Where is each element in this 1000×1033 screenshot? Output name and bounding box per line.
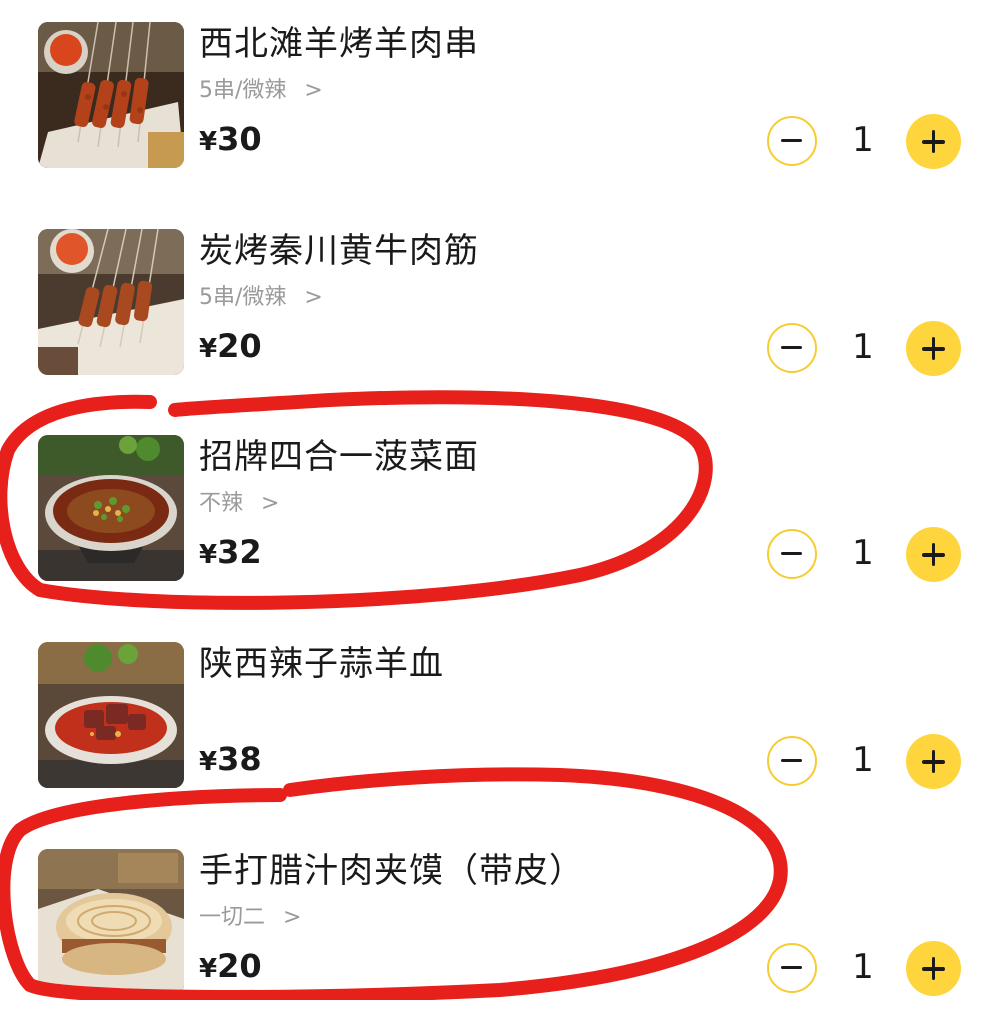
increase-quantity-button[interactable]	[906, 941, 961, 996]
chevron-right-icon: >	[283, 905, 302, 930]
decrease-quantity-button[interactable]	[767, 736, 817, 786]
dish-price: ¥32	[199, 533, 262, 571]
chevron-right-icon: >	[304, 285, 323, 310]
decrease-quantity-button[interactable]	[767, 323, 817, 373]
dish-spec-selector[interactable]: 5串/微辣 >	[199, 279, 323, 311]
dish-price: ¥30	[199, 120, 262, 158]
dish-spec-selector[interactable]: 不辣 >	[199, 485, 279, 517]
dish-photo-lamb-blood[interactable]	[38, 642, 184, 788]
dish-name: 招牌四合一菠菜面	[199, 437, 479, 477]
dish-price: ¥20	[199, 947, 262, 985]
decrease-quantity-button[interactable]	[767, 943, 817, 993]
dish-spec: 5串/微辣	[199, 285, 287, 310]
increase-quantity-button[interactable]	[906, 527, 961, 582]
list-item[interactable]: 炭烤秦川黄牛肉筋 5串/微辣 > ¥20 1	[0, 207, 1000, 413]
dish-name: 手打腊汁肉夹馍（带皮）	[199, 851, 584, 891]
quantity-value: 1	[852, 740, 874, 780]
chevron-right-icon: >	[261, 491, 280, 516]
dish-spec-selector[interactable]: 5串/微辣 >	[199, 72, 323, 104]
list-item[interactable]: 招牌四合一菠菜面 不辣 > ¥32 1	[0, 413, 1000, 619]
dish-spec: 不辣	[199, 491, 244, 516]
decrease-quantity-button[interactable]	[767, 529, 817, 579]
quantity-value: 1	[852, 533, 874, 573]
dish-price: ¥38	[199, 740, 262, 778]
increase-quantity-button[interactable]	[906, 321, 961, 376]
dish-photo-lamb-skewers[interactable]	[38, 22, 184, 168]
dish-photo-spinach-noodles[interactable]	[38, 435, 184, 581]
dish-spec: 5串/微辣	[199, 78, 287, 103]
increase-quantity-button[interactable]	[906, 114, 961, 169]
dish-name: 西北滩羊烤羊肉串	[199, 24, 479, 64]
dish-spec-selector[interactable]: 一切二 >	[199, 899, 301, 931]
list-item[interactable]: 手打腊汁肉夹馍（带皮） 一切二 > ¥20 1	[0, 827, 1000, 1033]
dish-spec: 一切二	[199, 905, 266, 930]
quantity-value: 1	[852, 327, 874, 367]
dish-photo-beef-tendon[interactable]	[38, 229, 184, 375]
dish-name: 陕西辣子蒜羊血	[199, 644, 444, 684]
quantity-value: 1	[852, 120, 874, 160]
chevron-right-icon: >	[304, 78, 323, 103]
decrease-quantity-button[interactable]	[767, 116, 817, 166]
quantity-value: 1	[852, 947, 874, 987]
dish-photo-roujiamo[interactable]	[38, 849, 184, 995]
dish-name: 炭烤秦川黄牛肉筋	[199, 231, 479, 271]
dish-price: ¥20	[199, 327, 262, 365]
list-item[interactable]: 西北滩羊烤羊肉串 5串/微辣 > ¥30 1	[0, 0, 1000, 206]
list-item[interactable]: 陕西辣子蒜羊血 ¥38 1	[0, 620, 1000, 826]
increase-quantity-button[interactable]	[906, 734, 961, 789]
